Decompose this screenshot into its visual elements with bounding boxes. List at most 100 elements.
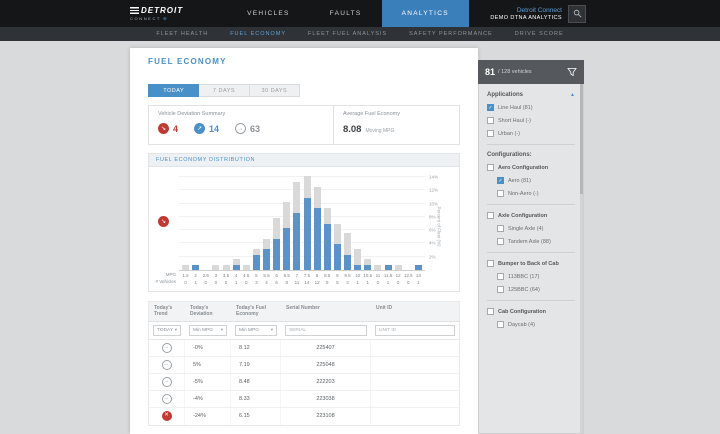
mpg-tick-label: 5.5 <box>263 273 270 278</box>
filtered-bar <box>333 244 341 270</box>
chart-bar-slot[interactable] <box>373 177 382 270</box>
chart-bar-slot[interactable] <box>343 177 352 270</box>
chart-bar-slot[interactable] <box>333 177 342 270</box>
chart-bar-slot[interactable] <box>282 177 291 270</box>
scrollbar-thumb[interactable] <box>580 84 583 194</box>
unit-filter-input[interactable] <box>375 324 455 336</box>
serial-filter-input[interactable] <box>285 324 367 336</box>
chart-bar-slot[interactable] <box>404 177 413 270</box>
config-group-header[interactable]: Cab Configuration <box>487 308 575 315</box>
detroit-connect-logo[interactable]: DETROIT CONNECT ⊕ <box>130 0 183 27</box>
filter-checkbox-item[interactable]: Tandem Axle (88) <box>497 238 575 245</box>
config-group-header[interactable]: Aero Configuration <box>487 164 575 171</box>
y-axis-tick: 14% <box>429 174 439 180</box>
filter-checkbox-item[interactable]: ✓ Line Haul (81) <box>487 104 575 111</box>
chart-bar-slot[interactable] <box>272 177 281 270</box>
filter-label-bumper-to-back-of-cab: Bumper to Back of Cab <box>498 260 559 267</box>
unchecked-checkbox-icon[interactable] <box>487 260 494 267</box>
table-row[interactable]: → -4% 8.33 223038 <box>149 390 459 408</box>
filtered-bar <box>293 212 301 270</box>
vehicle-count-label: 14 <box>304 280 310 285</box>
unchecked-checkbox-icon[interactable] <box>497 273 504 280</box>
checked-checkbox-icon[interactable]: ✓ <box>497 177 504 184</box>
filter-checkbox-item[interactable]: Urban (-) <box>487 130 575 137</box>
filter-label-tandem-axle-88: Tandem Axle (88) <box>508 238 551 245</box>
unchecked-checkbox-icon[interactable] <box>497 321 504 328</box>
tab-30-days[interactable]: 30 DAYS <box>249 84 300 97</box>
filter-checkbox-item[interactable]: Short Haul (-) <box>487 117 575 124</box>
table-row[interactable]: → -5% 8.48 222203 <box>149 373 459 391</box>
mpg-axis-row: MPG 1.5 2 2.5 3 3.5 4 4.5 5 5.5 6 6.5 7 7.5 8 8.5 9 9.5 1… <box>155 272 451 278</box>
tab-7-days[interactable]: 7 DAYS <box>199 84 250 97</box>
subnav-item-fleet-fuel-analysis[interactable]: FLEET FUEL ANALYSIS <box>308 31 387 37</box>
fleet-bar <box>222 264 230 270</box>
avg-fuel-economy-value: 8.08 <box>342 124 362 135</box>
sidebar-scrollbar[interactable] <box>580 84 583 433</box>
filter-checkbox-item[interactable]: Non-Aero (-) <box>497 190 575 197</box>
filter-funnel-icon[interactable] <box>567 67 577 77</box>
chart-bar-slot[interactable] <box>191 177 200 270</box>
chart-bar-slot[interactable] <box>323 177 332 270</box>
collapse-icon[interactable]: ▲ <box>570 92 575 98</box>
unchecked-checkbox-icon[interactable] <box>497 190 504 197</box>
unchecked-checkbox-icon[interactable] <box>487 164 494 171</box>
filter-checkbox-item[interactable]: Single Axle (4) <box>497 225 575 232</box>
chart-bar-slot[interactable] <box>232 177 241 270</box>
subnav-item-fleet-health[interactable]: FLEET HEALTH <box>156 31 208 37</box>
chart-bar-slot[interactable] <box>242 177 251 270</box>
unchecked-checkbox-icon[interactable] <box>487 117 494 124</box>
account-org: DEMO DTNA ANALYTICS <box>490 14 562 21</box>
unchecked-checkbox-icon[interactable] <box>497 238 504 245</box>
table-row[interactable]: → -0% 8.12 225407 <box>149 339 459 357</box>
subnav-item-safety-performance[interactable]: SAFETY PERFORMANCE <box>409 31 493 37</box>
chart-bar-slot[interactable] <box>181 177 190 270</box>
checked-checkbox-icon[interactable]: ✓ <box>487 104 494 111</box>
chart-bar-slot[interactable] <box>414 177 423 270</box>
chart-bar-slot[interactable] <box>211 177 220 270</box>
chart-bar-slot[interactable] <box>313 177 322 270</box>
config-group-header[interactable]: Bumper to Back of Cab <box>487 260 575 267</box>
chart-bar-slot[interactable] <box>394 177 403 270</box>
config-group-bumper-to-back-of-cab: Bumper to Back of Cab 113BBC (17) 125BBC (… <box>487 252 575 293</box>
unchecked-checkbox-icon[interactable] <box>487 308 494 315</box>
topnav-item-vehicles[interactable]: VEHICLES <box>227 0 310 27</box>
tab-today[interactable]: TODAY <box>148 84 200 97</box>
mpg-tick-label: 12 <box>395 273 401 278</box>
chart-bar-slot[interactable] <box>384 177 393 270</box>
filter-checkbox-item[interactable]: 113BBC (17) <box>497 273 575 280</box>
chart-bar-slot[interactable] <box>252 177 261 270</box>
unchecked-checkbox-icon[interactable] <box>487 212 494 219</box>
chart-bar-slot[interactable] <box>303 176 312 270</box>
subnav-item-fuel-economy[interactable]: FUEL ECONOMY <box>230 31 286 37</box>
chart-bar-slot[interactable] <box>353 177 362 270</box>
search-button[interactable] <box>568 4 586 23</box>
unchecked-checkbox-icon[interactable] <box>487 130 494 137</box>
chart-bar-slot[interactable] <box>222 177 231 270</box>
filter-checkbox-item[interactable]: ✓ Aero (81) <box>497 177 575 184</box>
y-axis-tick: 2% <box>429 254 436 260</box>
chart-bar-slot[interactable] <box>201 177 210 270</box>
trend-filter-select[interactable]: TODAY ▾ <box>153 324 181 336</box>
chevron-down-icon: ▾ <box>220 327 223 332</box>
config-group-header[interactable]: Axle Configuration <box>487 212 575 219</box>
economy-filter-select[interactable]: Min MPG ▾ <box>235 324 277 336</box>
subnav-item-drive-score[interactable]: DRIVE SCORE <box>515 31 564 37</box>
table-row[interactable]: → 5% 7.19 225048 <box>149 356 459 374</box>
topnav-item-analytics[interactable]: ANALYTICS <box>381 0 469 27</box>
filter-checkbox-item[interactable]: Daycab (4) <box>497 321 575 328</box>
deviation-filter-select[interactable]: Min MPG ▾ <box>189 324 227 336</box>
mpg-tick-label: 10 <box>355 273 361 278</box>
table-row[interactable]: ✕ -24% 6.15 223108 <box>149 407 459 425</box>
account-info[interactable]: Detroit Connect DEMO DTNA ANALYTICS <box>490 0 562 27</box>
configurations-label: Configurations: <box>487 152 532 158</box>
column-header-unit-id: Unit ID <box>376 305 393 311</box>
chart-bar-slot[interactable] <box>363 177 372 270</box>
page-title: FUEL ECONOMY <box>148 57 227 66</box>
topnav-item-faults[interactable]: FAULTS <box>310 0 382 27</box>
unchecked-checkbox-icon[interactable] <box>497 286 504 293</box>
deviation-cell: -4% <box>185 390 231 407</box>
chart-bar-slot[interactable] <box>292 177 301 270</box>
filter-checkbox-item[interactable]: 125BBC (64) <box>497 286 575 293</box>
chart-bar-slot[interactable] <box>262 177 271 270</box>
unchecked-checkbox-icon[interactable] <box>497 225 504 232</box>
